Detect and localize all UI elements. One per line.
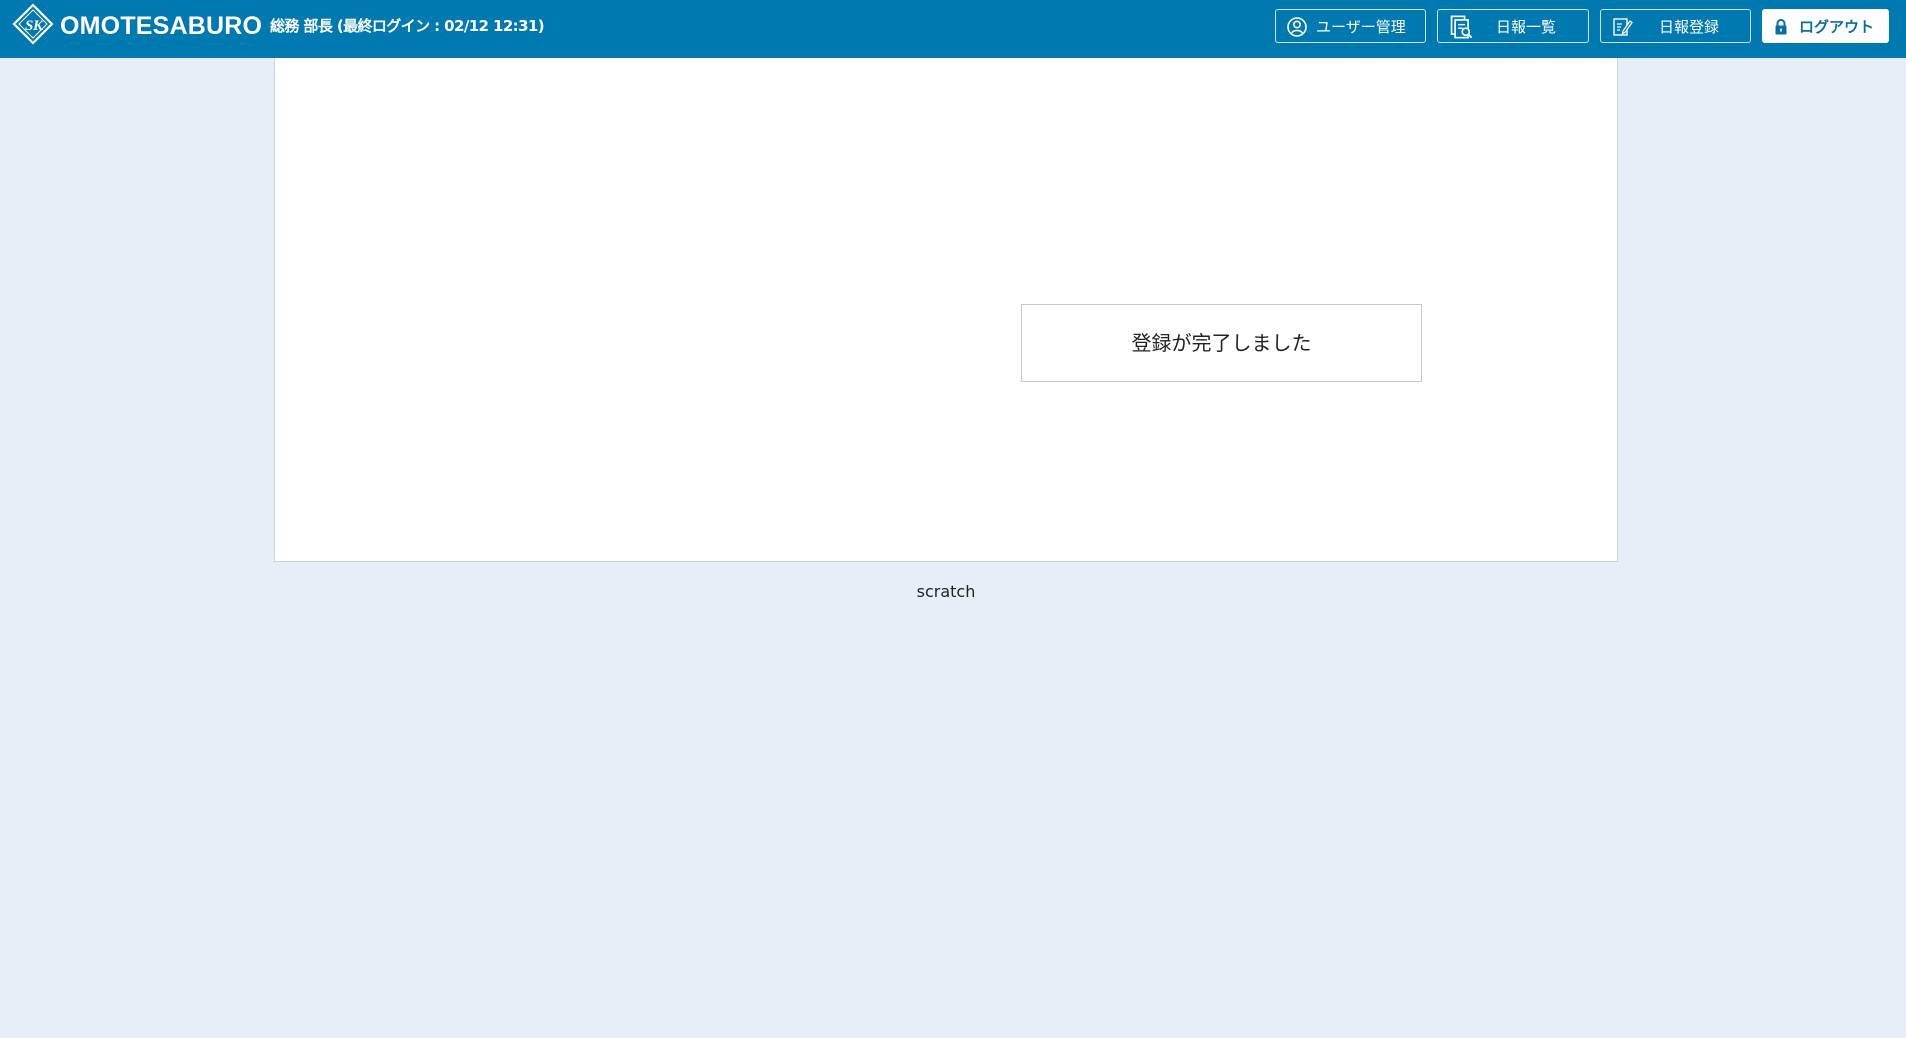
report-list-button[interactable]: 日報一覧 — [1437, 9, 1589, 43]
logout-label: ログアウト — [1799, 18, 1875, 36]
user-login-info: 総務 部長 (最終ログイン : 02/12 12:31) — [270, 17, 545, 35]
main-content-panel: 登録が完了しました — [274, 58, 1618, 562]
user-management-button[interactable]: ユーザー管理 — [1275, 9, 1426, 43]
lock-icon — [1775, 19, 1787, 35]
completion-message-box: 登録が完了しました — [1021, 304, 1422, 382]
top-navigation-bar: S K OMOTESABURO 総務 部長 (最終ログイン : 02/12 12… — [0, 0, 1906, 58]
edit-note-icon — [1613, 18, 1633, 36]
user-circle-icon — [1287, 17, 1307, 37]
report-list-label: 日報一覧 — [1496, 18, 1557, 36]
svg-text:K: K — [32, 18, 44, 34]
document-search-icon — [1450, 15, 1473, 39]
report-register-button[interactable]: 日報登録 — [1600, 9, 1751, 43]
completion-message: 登録が完了しました — [1131, 331, 1312, 355]
footer-text: scratch — [916, 582, 976, 601]
logout-button[interactable]: ログアウト — [1762, 9, 1889, 43]
sk-logo-icon[interactable]: S K — [12, 3, 54, 45]
user-management-label: ユーザー管理 — [1316, 18, 1406, 36]
brand-name[interactable]: OMOTESABURO — [60, 11, 262, 41]
report-register-label: 日報登録 — [1659, 18, 1720, 36]
